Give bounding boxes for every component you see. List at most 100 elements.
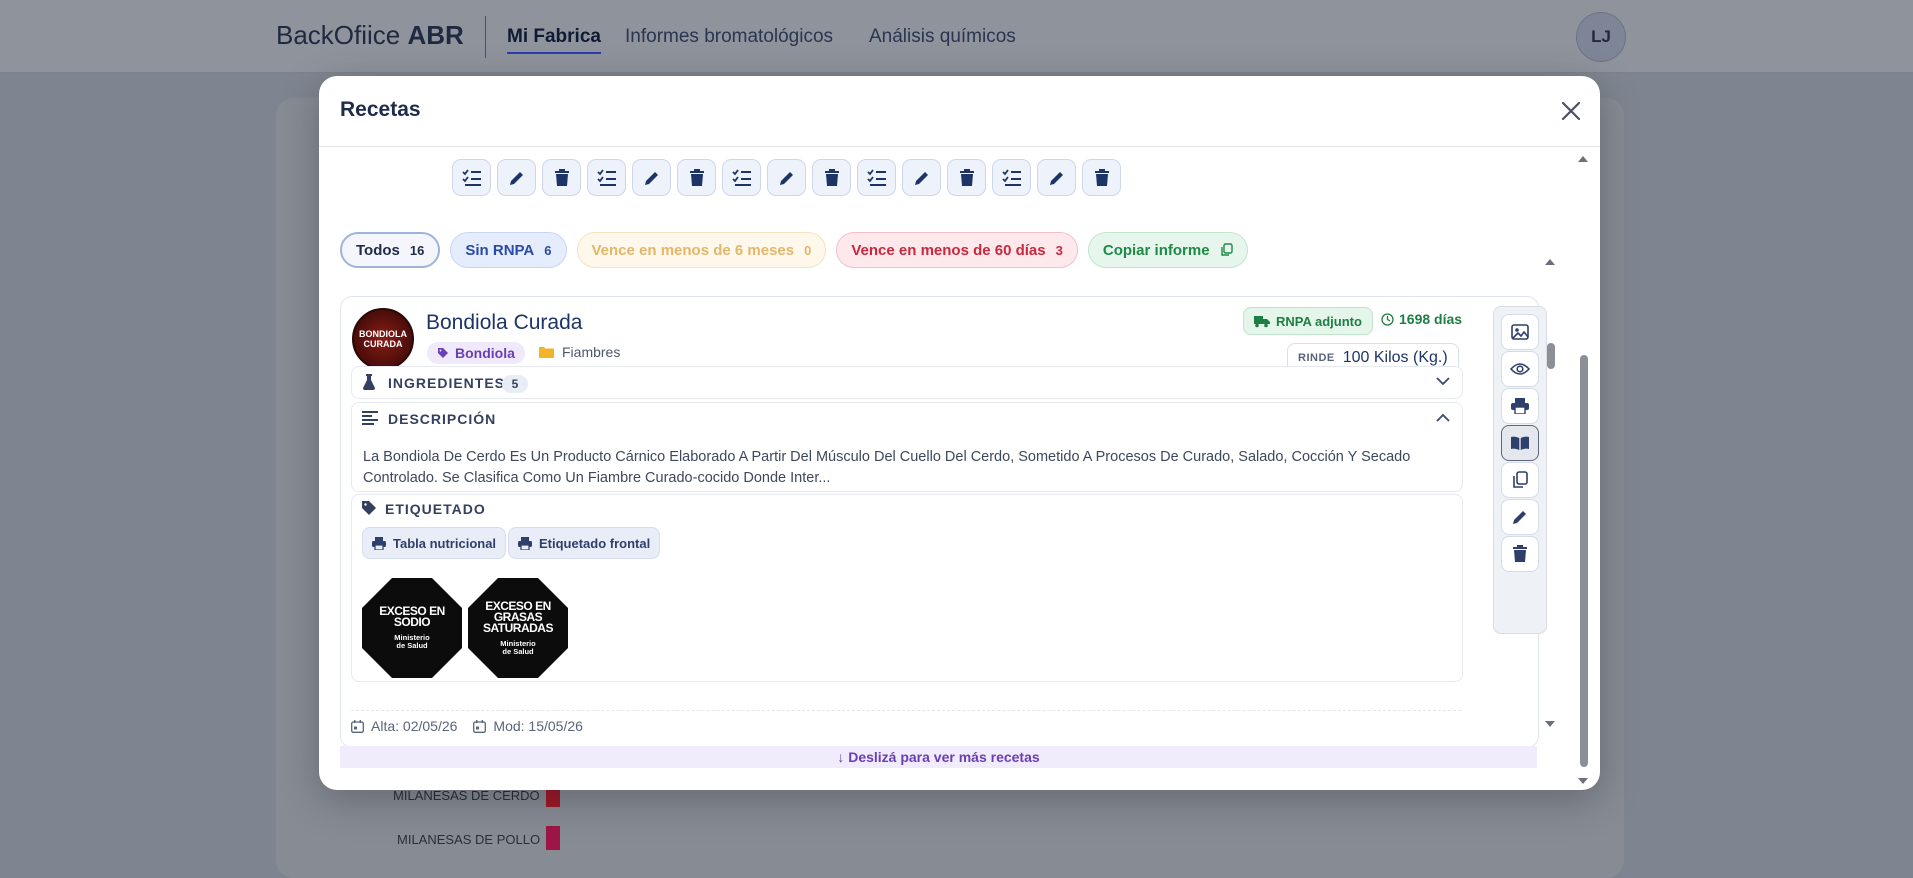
delete-button[interactable]	[542, 159, 581, 196]
edit-button[interactable]	[632, 159, 671, 196]
description-section: DESCRIPCIÓN La Bondiola De Cerdo Es Un P…	[351, 402, 1463, 492]
scroll-down-icon[interactable]	[1544, 720, 1556, 728]
nav-mi-fabrica[interactable]: Mi Fabrica	[507, 26, 601, 54]
book-button[interactable]	[1501, 425, 1539, 461]
calendar-icon	[473, 719, 487, 733]
delete-button[interactable]	[677, 159, 716, 196]
text-align-icon	[362, 411, 378, 425]
printer-icon	[518, 536, 532, 550]
chevron-up-icon[interactable]	[1436, 413, 1450, 423]
print-button[interactable]	[1501, 388, 1539, 424]
rnpa-badge: RNPA adjunto	[1243, 307, 1373, 335]
labeling-section: ETIQUETADO Tabla nutricional Etiquetado …	[351, 494, 1463, 682]
filter-bar: Todos 16 Sin RNPA 6 Vence en menos de 6 me…	[340, 232, 1248, 268]
close-button[interactable]	[1556, 96, 1586, 126]
filter-todos[interactable]: Todos 16	[340, 232, 441, 268]
chevron-down-icon	[1436, 377, 1450, 386]
trash-icon	[1094, 168, 1109, 186]
recipe-tag: Bondiola	[427, 342, 525, 364]
scroll-down-icon[interactable]	[1577, 777, 1589, 785]
folder-icon	[539, 347, 554, 358]
card-divider	[351, 710, 1461, 711]
duplicate-button[interactable]	[1501, 462, 1539, 498]
printer-icon	[1511, 398, 1529, 414]
chart-label: MILANESAS DE POLLO	[397, 832, 541, 847]
brand-logo[interactable]: BackOfiice ABR	[276, 20, 464, 51]
modal-scrollbar[interactable]	[1576, 155, 1590, 787]
front-labeling-button[interactable]: Etiquetado frontal	[508, 527, 661, 559]
checklist-button[interactable]	[587, 159, 626, 196]
trash-icon	[824, 168, 839, 186]
copy-report-button[interactable]: Copiar informe	[1087, 232, 1248, 268]
copy-icon	[1220, 243, 1233, 256]
filter-count: 3	[1055, 242, 1063, 258]
seal-exceso-grasas-saturadas: EXCESO EN GRASAS SATURADAS Ministerio de…	[468, 578, 568, 678]
checklist-button[interactable]	[452, 159, 491, 196]
scroll-up-icon[interactable]	[1544, 258, 1556, 266]
checklist-button[interactable]	[857, 159, 896, 196]
checklist-button[interactable]	[992, 159, 1031, 196]
description-text: La Bondiola De Cerdo Es Un Producto Cárn…	[363, 449, 1411, 486]
tag-icon	[438, 348, 448, 358]
avatar[interactable]: LJ	[1576, 12, 1626, 62]
labeling-title: ETIQUETADO	[385, 501, 486, 517]
yield-label: RINDE	[1298, 352, 1335, 364]
trash-icon	[959, 168, 974, 186]
app-header: BackOfiice ABR Mi Fabrica Informes broma…	[0, 0, 1913, 73]
checklist-icon	[461, 168, 481, 186]
scroll-up-icon[interactable]	[1577, 155, 1589, 163]
recipe-actions	[1493, 306, 1547, 634]
edit-button[interactable]	[902, 159, 941, 196]
trash-icon	[554, 168, 569, 186]
filter-count: 0	[804, 242, 812, 258]
inner-scrollbar[interactable]	[1543, 258, 1557, 728]
eye-icon	[1510, 363, 1530, 375]
filter-vence-6-meses[interactable]: Vence en menos de 6 meses 0	[576, 232, 827, 268]
ingredients-section[interactable]: INGREDIENTES 5	[351, 366, 1463, 399]
filter-count: 16	[409, 242, 425, 258]
description-title[interactable]: DESCRIPCIÓN	[388, 411, 496, 427]
edit-recipe-button[interactable]	[1501, 499, 1539, 535]
delete-button[interactable]	[947, 159, 986, 196]
ingredients-title: INGREDIENTES	[388, 375, 506, 391]
edit-button[interactable]	[767, 159, 806, 196]
delete-button[interactable]	[812, 159, 851, 196]
tag-icon	[362, 501, 376, 515]
image-icon	[1511, 324, 1529, 340]
nutrition-table-button[interactable]: Tabla nutricional	[362, 527, 507, 559]
days-remaining: 1698 días	[1381, 311, 1462, 327]
recipe-category: Fiambres	[539, 344, 620, 360]
checklist-icon	[866, 168, 886, 186]
recipe-dates: Alta: 02/05/26 Mod: 15/05/26	[351, 718, 583, 734]
inner-scroll-thumb[interactable]	[1547, 343, 1555, 369]
modal-scroll-thumb[interactable]	[1580, 355, 1588, 767]
nav-informes-bromatologicos[interactable]: Informes bromatológicos	[625, 26, 833, 48]
delete-button[interactable]	[1082, 159, 1121, 196]
filter-sin-rnpa[interactable]: Sin RNPA 6	[450, 232, 567, 268]
trash-icon	[1513, 545, 1527, 562]
clock-icon	[1381, 312, 1394, 326]
edit-button[interactable]	[497, 159, 536, 196]
nav-analisis-quimicos[interactable]: Análisis químicos	[869, 26, 1016, 48]
close-icon	[1561, 101, 1581, 121]
chart-bar	[546, 826, 560, 850]
edit-button[interactable]	[1037, 159, 1076, 196]
modified-date: Mod: 15/05/26	[473, 718, 583, 734]
toolbar-row	[452, 159, 1121, 196]
flask-icon	[363, 374, 375, 390]
modal-body: Todos 16 Sin RNPA 6 Vence en menos de 6 me…	[319, 147, 1600, 790]
filter-vence-60-dias[interactable]: Vence en menos de 60 días 3	[836, 232, 1078, 268]
checklist-button[interactable]	[722, 159, 761, 196]
recipe-card: BONDIOLA CURADA Bondiola Curada Bondiola …	[340, 296, 1547, 748]
pencil-icon	[914, 171, 928, 185]
recipe-name[interactable]: Bondiola Curada	[426, 311, 582, 335]
scroll-hint: ↓ Deslizá para ver más recetas	[340, 746, 1537, 768]
delete-recipe-button[interactable]	[1501, 536, 1539, 572]
filter-count: 6	[544, 242, 552, 258]
yield-value: 100 Kilos (Kg.)	[1342, 349, 1448, 366]
image-button[interactable]	[1501, 314, 1539, 350]
view-button[interactable]	[1501, 351, 1539, 387]
pencil-icon	[1049, 171, 1063, 185]
ingredients-count: 5	[502, 375, 528, 393]
checklist-icon	[1001, 168, 1021, 186]
